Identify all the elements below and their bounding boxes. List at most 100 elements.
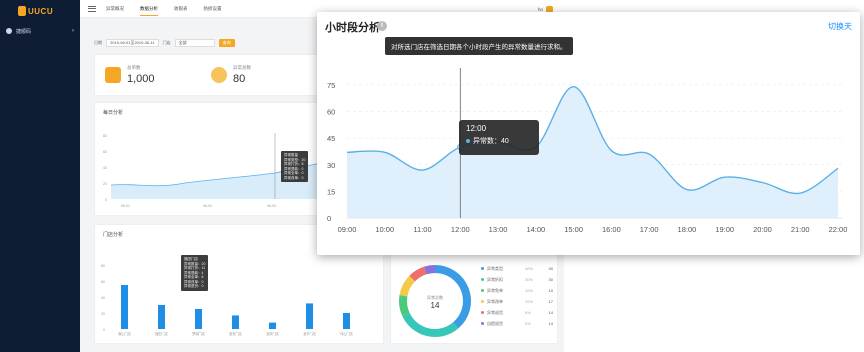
x-tick-label: 宝安门店 [229,331,242,336]
store-bar[interactable] [195,309,202,329]
x-tick: 06-01 [121,204,130,208]
legend-dot-icon [481,322,484,325]
legend-name: 异常免单 [487,287,503,293]
legend-item[interactable]: 异常类型 40% 40 [481,263,553,274]
x-tick-label: 坪山门店 [340,331,353,336]
alert-icon [211,67,227,83]
panel-title: 每日分析 [103,110,124,116]
donut-slice[interactable] [399,294,410,317]
query-button[interactable]: 查询 [218,39,235,47]
legend-item[interactable]: 异常改单 10% 17 [481,296,553,307]
donut-legend: 异常类型 40% 40 异常折扣 30% 30 异常免单 10% 10 异常改单 10% 17 异常退货… [481,263,553,329]
y-tick: 60 [103,150,107,154]
tooltip-line: 异常改单：0 [284,175,304,180]
daily-tooltip: 异常数量 异常类型：20 异常打折：8 异常退款：0 异常全单：0 异常改单：0 [281,151,309,182]
y-tick: 80 [103,134,107,138]
x-tick-label: 15:00 [564,225,583,234]
app-logo[interactable]: UUCU [18,4,58,18]
sidebar-item-jieshunma[interactable]: 捷顺码 › [0,24,80,38]
y-tick-label: 30 [327,161,335,170]
tooltip-line: 异常打折：11 [184,266,206,270]
y-tick: 40 [103,166,107,170]
menu-icon[interactable] [88,5,96,12]
y-tick: 60 [101,280,105,284]
sidebar: UUCU 捷顺码 › [0,0,80,352]
tooltip-value: 异常数：40 [466,136,532,146]
x-tick: 06-03 [267,204,276,208]
stat-value: 1,000 [127,73,155,85]
store-bar[interactable] [343,313,350,329]
legend-name: 异常改单 [487,298,503,304]
x-tick-label: 11:00 [413,225,431,234]
x-tick-label: 龙华门店 [303,331,316,336]
x-tick-label: 20:00 [753,225,772,234]
y-tick: 0 [105,198,107,202]
date-label: 日期 [94,40,102,45]
legend-dot-icon [481,289,484,292]
x-tick-label: 17:00 [640,225,659,234]
y-tick-label: 15 [327,187,335,196]
store-bar[interactable] [232,315,239,329]
legend-pct: 5% [525,321,531,326]
panel-title: 门店分析 [103,232,124,238]
store-bar[interactable] [121,285,128,329]
x-tick-label: 12:00 [451,225,470,234]
y-tick-label: 75 [327,81,335,90]
legend-pct: 40% [525,266,534,271]
x-tick-label: 10:00 [375,225,394,234]
legend-name: 异常类型 [487,265,503,271]
x-tick-label: 16:00 [602,225,621,234]
legend-item[interactable]: 异常退货 8% 14 [481,307,553,318]
stat-anomalies: 异常总数 80 [201,55,307,95]
y-tick-label: 45 [327,134,335,143]
store-select[interactable]: 全部 [174,39,215,47]
shopping-bag-icon [105,67,121,83]
legend-pct: 10% [525,299,534,304]
x-tick-label: 13:00 [489,225,508,234]
series-dot-icon [466,139,470,143]
stat-value: 80 [233,73,246,85]
legend-dot-icon [481,278,484,281]
legend-count: 14 [548,321,553,326]
legend-pct: 8% [525,310,531,315]
legend-item[interactable]: 异常免单 10% 10 [481,285,553,296]
tab-overview[interactable]: 异常概况 [106,0,124,18]
y-tick: 20 [101,312,105,316]
donut-slice[interactable] [402,312,459,337]
legend-dot-icon [481,311,484,314]
tab-loss-settings[interactable]: 防损设置 [204,0,222,18]
tab-cashier[interactable]: 收银表 [174,0,188,18]
donut-slice[interactable] [424,265,436,275]
legend-name: 异常退货 [487,309,503,315]
store-bar[interactable] [306,303,313,329]
user-icon [6,28,12,34]
logo-text: UUCU [28,6,54,16]
tooltip-line: 异常全单：6 [184,275,204,279]
date-range-picker[interactable]: 2019-06-01至2019-06-11 [106,39,159,47]
stat-total-orders: 总单数 1,000 [95,55,201,95]
legend-dot-icon [481,267,484,270]
store-bar[interactable] [158,305,165,329]
stat-label: 异常总数 [233,65,251,70]
y-tick: 0 [103,328,105,332]
donut-slice[interactable] [409,266,427,282]
tooltip-line: 异常打折：8 [284,162,304,166]
legend-count: 10 [548,288,553,293]
sidebar-item-label: 捷顺码 [16,28,32,35]
tab-data-analysis[interactable]: 数据分析 [140,0,158,18]
x-tick-label: 福田门店 [155,331,168,336]
tooltip-value-text: 异常数：40 [473,138,509,145]
legend-name: 自提退货 [487,320,503,326]
legend-item[interactable]: 异常折扣 30% 30 [481,274,553,285]
legend-count: 40 [548,266,553,271]
legend-dot-icon [481,300,484,303]
tooltip-time: 12:00 [466,124,487,133]
hourly-area [347,86,838,218]
x-tick-label: 南山门店 [118,331,131,336]
legend-item[interactable]: 自提退货 5% 14 [481,318,553,329]
store-bar[interactable] [269,322,276,329]
stat-label: 总单数 [127,65,141,70]
donut-slice[interactable] [399,275,416,297]
x-tick-label: 18:00 [678,225,697,234]
hourly-tooltip: 12:00 异常数：40 [459,120,539,155]
